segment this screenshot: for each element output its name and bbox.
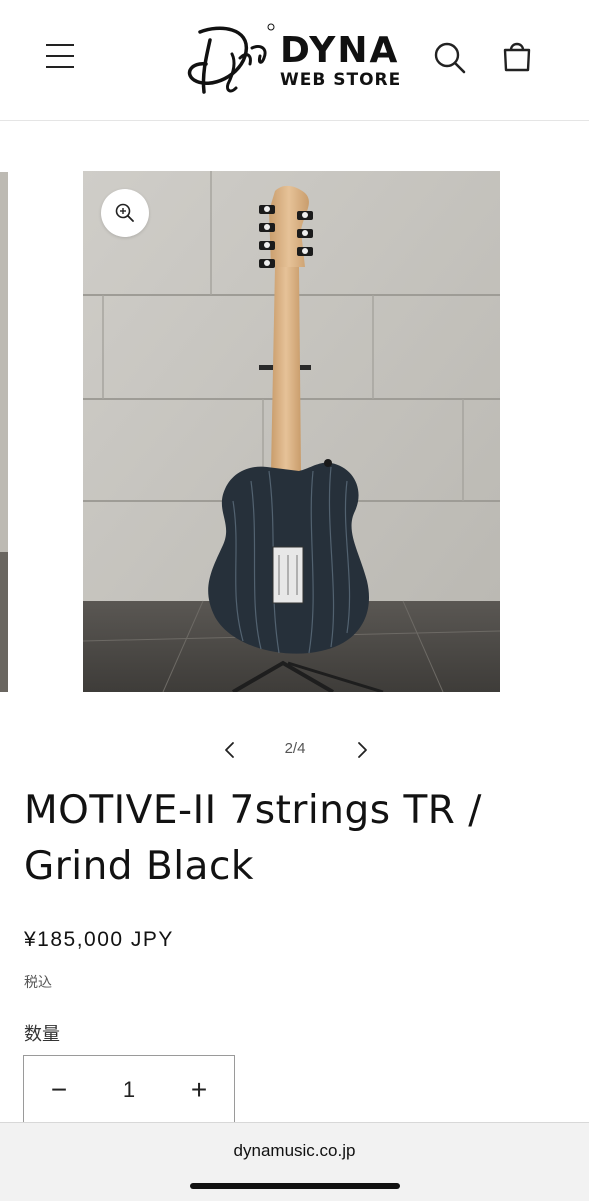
chevron-left-icon[interactable]	[218, 738, 242, 762]
product-title: MOTIVE-II 7strings TR / Grind Black	[24, 788, 482, 889]
search-icon[interactable]	[430, 38, 470, 78]
quantity-decrease-button[interactable]: −	[24, 1056, 94, 1123]
cart-icon[interactable]	[497, 36, 537, 76]
home-indicator	[190, 1183, 400, 1189]
gallery-slider-nav: 2/4	[210, 730, 380, 770]
product-photo-guitar-back[interactable]	[83, 171, 500, 692]
browser-address-bar: dynamusic.co.jp	[0, 1122, 589, 1201]
slide-counter: 2/4	[284, 740, 306, 757]
quantity-increase-button[interactable]: +	[164, 1056, 234, 1123]
product-gallery	[0, 120, 589, 720]
logo-tagline-text: WEB STORE	[280, 70, 402, 90]
zoom-in-icon[interactable]	[101, 189, 149, 237]
quantity-label: 数量	[24, 1024, 60, 1044]
site-header: DYNA WEB STORE	[0, 0, 589, 121]
tax-included-note: 税込	[24, 974, 52, 990]
logo-brand-text: DYNA	[280, 30, 400, 71]
dyna-script-logo	[187, 23, 275, 94]
product-price: ¥185,000 JPY	[24, 928, 174, 951]
store-logo[interactable]: DYNA WEB STORE	[180, 18, 410, 102]
quantity-stepper: − +	[23, 1055, 235, 1125]
quantity-input[interactable]	[94, 1056, 164, 1123]
hamburger-menu-icon[interactable]	[44, 40, 76, 72]
browser-url[interactable]: dynamusic.co.jp	[0, 1141, 589, 1161]
chevron-right-icon[interactable]	[350, 738, 374, 762]
previous-slide-image[interactable]	[0, 172, 8, 692]
